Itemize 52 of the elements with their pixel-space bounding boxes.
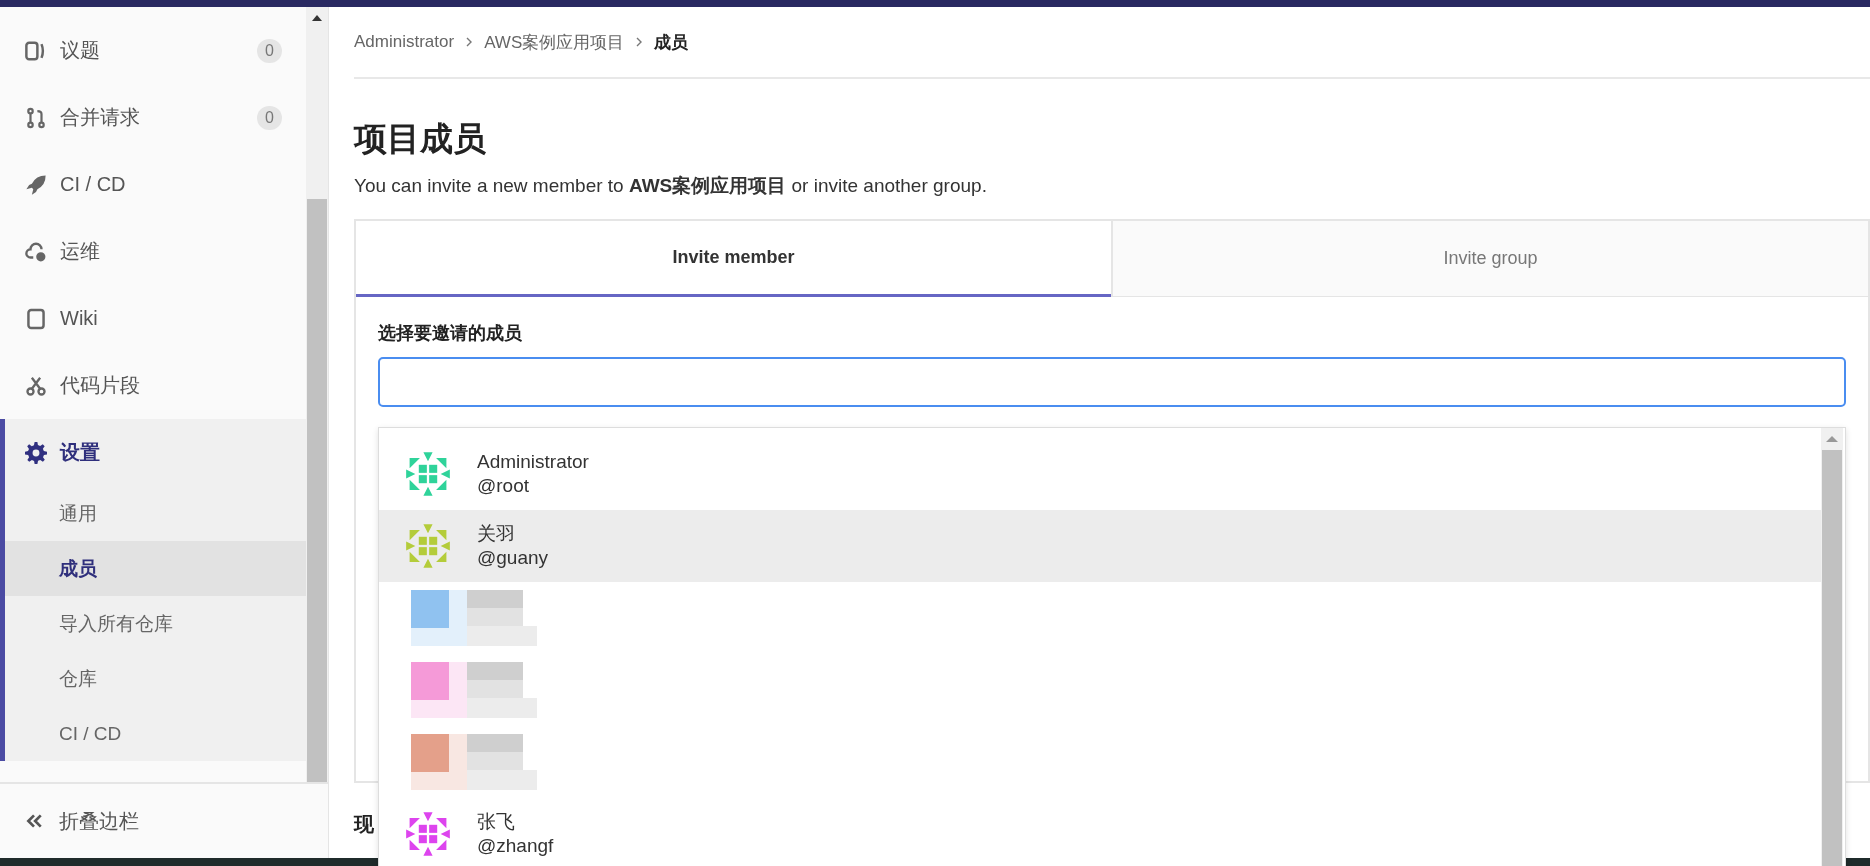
chevron-icon [466,37,473,47]
rocket-icon [25,173,47,196]
member-name: 张飞 [477,810,516,834]
submenu-item[interactable]: 成员 [5,541,306,596]
submenu-item[interactable]: CI / CD [5,706,306,761]
tab[interactable]: Invite group [1111,221,1868,297]
scrollbar[interactable] [306,7,328,782]
scrollbar-thumb[interactable] [307,199,327,782]
breadcrumb-link[interactable]: Administrator [354,32,455,52]
book-icon [25,307,47,330]
member-option[interactable]: 关羽 @guany [379,510,1821,582]
count-badge: 0 [257,38,282,63]
sidebar-item[interactable]: 代码片段 [0,352,306,419]
sidebar-label: CI / CD [60,173,126,196]
breadcrumb-link[interactable]: AWS案例应用项目 [484,30,625,54]
member-option[interactable]: Administrator @root [379,438,1821,510]
cloud-icon [25,240,47,263]
member-username: @guany [477,546,549,570]
sidebar-item[interactable]: 议题 0 [0,17,306,84]
sidebar-label: 合并请求 [60,105,140,130]
gear-icon [25,441,47,464]
chevron-icon [636,37,643,47]
member-username: @zhangf [477,834,554,858]
breadcrumb-link[interactable]: 成员 [654,30,689,54]
sidebar-label: 设置 [60,440,100,465]
sidebar-item[interactable]: 运维 [0,218,306,285]
submenu-item[interactable]: 仓库 [5,651,306,706]
double-chevron-icon [25,812,43,830]
issues-icon [25,39,47,62]
scroll-up-icon[interactable] [312,15,322,21]
submenu-item[interactable]: 通用 [5,486,306,541]
scissors-icon [25,374,47,397]
member-option[interactable]: 张飞 @zhangf [379,798,1821,866]
sidebar-item[interactable]: 合并请求 0 [0,84,306,151]
member-search-field[interactable] [378,357,1846,407]
page-title: 项目成员 [354,119,487,159]
sidebar-item[interactable]: CI / CD [0,151,306,218]
sidebar-item[interactable]: Wiki [0,285,306,352]
member-name: 关羽 [477,522,516,546]
sidebar-label: 代码片段 [60,373,140,398]
count-badge: 0 [257,105,282,130]
field-label: 选择要邀请的成员 [378,322,523,345]
merge-icon [25,106,47,129]
sidebar-label: 运维 [60,239,100,264]
section-heading: 现 [354,812,374,837]
member-name: Administrator [477,450,589,474]
sidebar-item[interactable]: 设置 [5,419,306,486]
sidebar-label: Wiki [60,307,98,330]
submenu-item[interactable]: 导入所有仓库 [5,596,306,651]
member-username: @root [477,474,531,498]
description: You can invite a new member to AWS案例应用项目 or invite another group. [354,174,988,198]
sidebar-label: 议题 [60,38,100,63]
